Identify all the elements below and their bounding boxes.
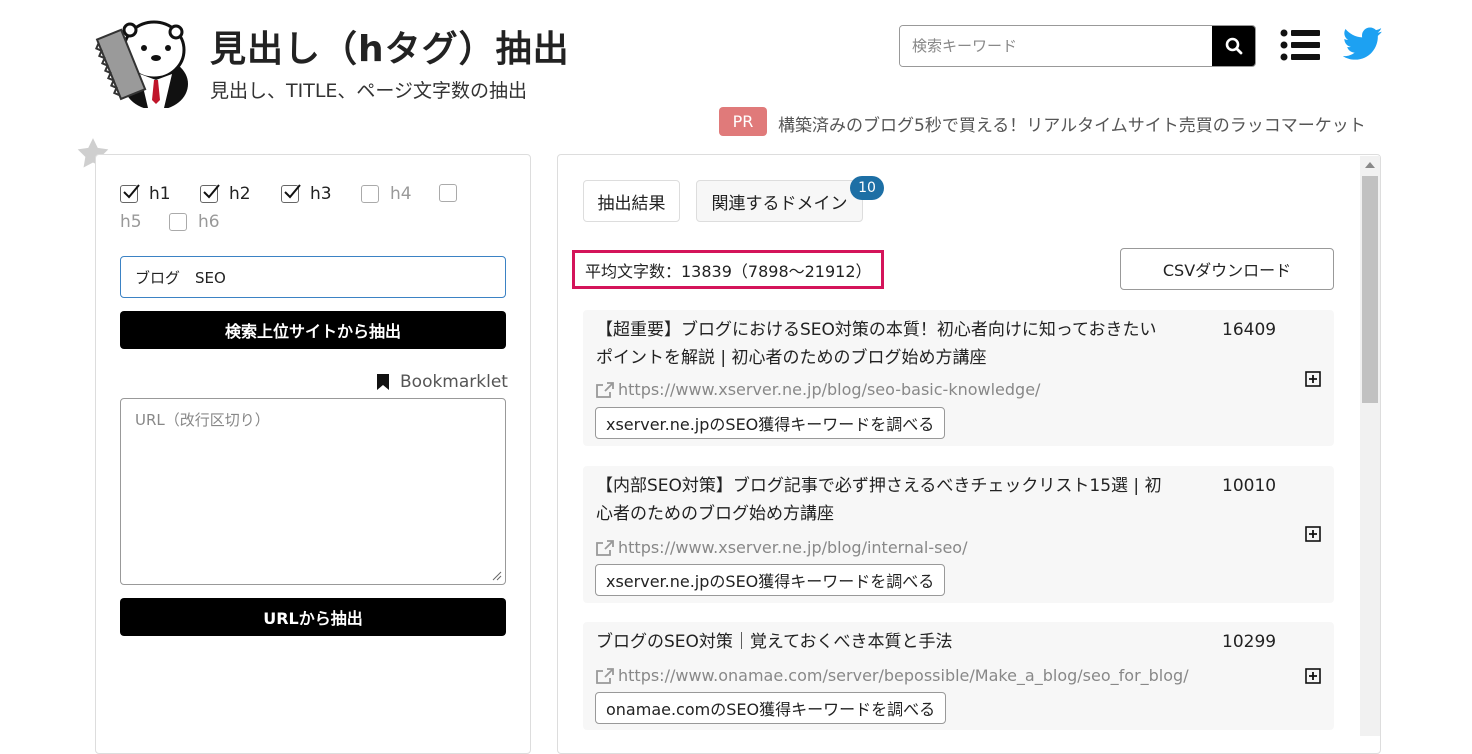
search-input[interactable] [900,26,1212,66]
site-subtitle: 見出し、TITLE、ページ文字数の抽出 [210,80,528,102]
seo-keyword-button[interactable]: onamae.comのSEO獲得キーワードを調べる [595,692,947,724]
result-card: 【内部SEO対策】ブログ記事で必ず押さえるべきチェックリスト15選 | 初心者の… [583,466,1334,603]
checkbox-box[interactable] [281,184,301,203]
pr-link[interactable]: 構築済みのブログ5秒で買える！リアルタイムサイト売買のラッコマーケット [778,111,1366,136]
checkbox-h6[interactable]: h6 [169,212,220,232]
checkbox-label: h1 [149,184,171,204]
checkbox-h2[interactable]: h2 [200,184,251,204]
checkbox-label: h3 [310,184,332,204]
checkbox-h5-label-wrap: h5 [120,212,142,232]
twitter-icon[interactable] [1342,27,1383,61]
checkmark-icon [203,184,220,199]
external-link-icon [596,539,614,556]
result-title[interactable]: 【内部SEO対策】ブログ記事で必ず押さえるべきチェックリスト15選 | 初心者の… [596,472,1172,528]
url-textarea[interactable]: URL（改行区切り） [120,398,506,585]
checkbox-box[interactable] [361,185,379,203]
checkbox-box[interactable] [200,184,220,203]
bookmarklet-link[interactable]: Bookmarklet [376,372,508,392]
result-url-text: https://www.xserver.ne.jp/blog/seo-basic… [618,380,1041,399]
tab-related-domains[interactable]: 関連するドメイン [696,180,863,222]
site-title: 見出し（hタグ）抽出 [210,29,570,70]
result-url-text: https://www.xserver.ne.jp/blog/internal-… [618,538,968,557]
search-bar [899,25,1256,67]
result-char-count: 16409 [1222,320,1277,340]
keyword-input[interactable]: ブログ SEO [120,256,506,298]
checkbox-label: h2 [229,184,251,204]
tab-results[interactable]: 抽出結果 [583,180,680,222]
checkbox-h4[interactable]: h4 [361,184,412,204]
expand-plus-icon[interactable] [1305,371,1321,387]
checkmark-icon [284,184,301,199]
result-card: 【超重要】ブログにおけるSEO対策の本質！初心者向けに知っておきたいポイントを解… [583,310,1334,446]
extract-search-button[interactable]: 検索上位サイトから抽出 [120,311,506,349]
result-title[interactable]: 【超重要】ブログにおけるSEO対策の本質！初心者向けに知っておきたいポイントを解… [596,316,1172,372]
bookmarklet-label: Bookmarklet [400,372,508,392]
search-button[interactable] [1212,26,1255,66]
result-url[interactable]: https://www.onamae.com/server/bepossible… [596,666,1189,685]
checkmark-icon [123,184,140,199]
bookmark-icon [377,374,389,390]
checkbox-label: h6 [198,212,220,232]
csv-download-button[interactable]: CSVダウンロード [1120,248,1334,290]
extract-url-button[interactable]: URLから抽出 [120,598,506,636]
checkbox-box[interactable] [169,213,187,231]
scroll-up-icon[interactable] [1364,160,1376,170]
result-card: ブログのSEO対策｜覚えておくべき本質と手法 10299 https://www… [583,622,1334,730]
seo-keyword-button[interactable]: xserver.ne.jpのSEO獲得キーワードを調べる [595,564,946,596]
checkbox-h5[interactable] [439,184,468,202]
domain-count-badge: 10 [850,176,884,200]
average-char-count: 平均文字数：13839（7898〜21912） [572,250,884,289]
checkbox-h3[interactable]: h3 [281,184,332,204]
external-link-icon [596,667,614,684]
checkbox-label: h5 [120,212,142,232]
checkbox-box[interactable] [439,184,457,202]
search-icon [1225,37,1242,55]
expand-plus-icon[interactable] [1305,668,1321,684]
resize-handle-icon[interactable] [492,571,502,581]
checkbox-box[interactable] [120,184,140,203]
checkbox-label: h4 [390,184,412,204]
site-logo[interactable] [94,14,190,110]
result-url[interactable]: https://www.xserver.ne.jp/blog/seo-basic… [596,380,1040,399]
result-url-text: https://www.onamae.com/server/bepossible… [618,666,1189,685]
result-url[interactable]: https://www.xserver.ne.jp/blog/internal-… [596,538,967,557]
otter-logo-icon [95,20,188,110]
external-link-icon [596,381,614,398]
seo-keyword-button[interactable]: xserver.ne.jpのSEO獲得キーワードを調べる [595,407,946,439]
result-title[interactable]: ブログのSEO対策｜覚えておくべき本質と手法 [596,628,1172,656]
scrollbar-thumb[interactable] [1362,176,1378,403]
expand-plus-icon[interactable] [1305,526,1321,542]
result-char-count: 10010 [1222,476,1277,496]
checkbox-h1[interactable]: h1 [120,184,171,204]
result-char-count: 10299 [1222,632,1277,652]
menu-icon[interactable] [1280,28,1320,62]
pr-badge: PR [719,107,767,136]
